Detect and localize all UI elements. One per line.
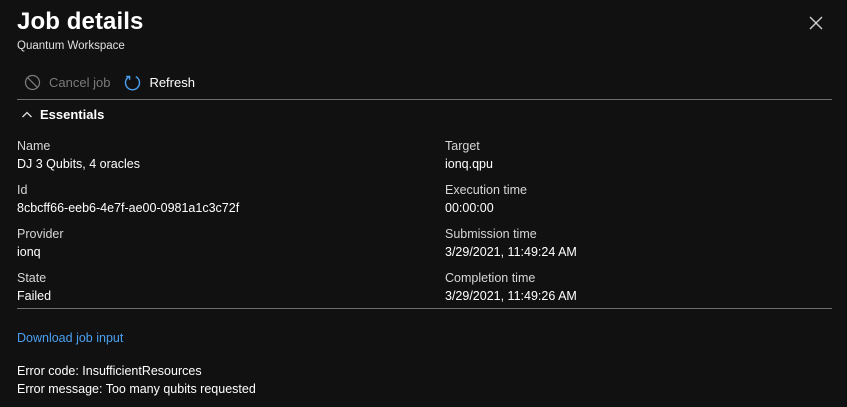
cancel-job-button[interactable]: Cancel job xyxy=(24,74,110,91)
submission-time-label: Submission time xyxy=(445,227,537,241)
panel-subtitle: Quantum Workspace xyxy=(17,40,125,52)
toolbar: Cancel job Refresh xyxy=(24,72,209,92)
toolbar-divider xyxy=(17,99,832,100)
id-label: Id xyxy=(17,183,28,197)
close-icon[interactable] xyxy=(808,15,824,31)
target-label: Target xyxy=(445,139,480,153)
name-value: DJ 3 Qubits, 4 oracles xyxy=(17,157,140,171)
chevron-up-icon xyxy=(22,111,32,117)
error-message: Error message: Too many qubits requested xyxy=(17,382,256,396)
error-code: Error code: InsufficientResources xyxy=(17,364,202,378)
provider-label: Provider xyxy=(17,227,64,241)
essentials-label: Essentials xyxy=(40,107,105,122)
name-label: Name xyxy=(17,139,51,153)
refresh-label: Refresh xyxy=(149,74,195,90)
execution-time-label: Execution time xyxy=(445,183,527,197)
essentials-divider xyxy=(17,308,832,309)
execution-time-value: 00:00:00 xyxy=(445,201,494,215)
submission-time-value: 3/29/2021, 11:49:24 AM xyxy=(445,245,577,259)
refresh-icon xyxy=(125,75,141,90)
id-value: 8cbcff66-eeb6-4e7f-ae00-0981a1c3c72f xyxy=(17,201,240,215)
provider-value: ionq xyxy=(17,245,41,259)
essentials-toggle[interactable]: Essentials xyxy=(21,107,104,122)
cancel-job-label: Cancel job xyxy=(49,74,111,90)
refresh-button[interactable]: Refresh xyxy=(124,74,195,91)
completion-time-label: Completion time xyxy=(445,271,536,285)
completion-time-value: 3/29/2021, 11:49:26 AM xyxy=(445,289,577,303)
state-label: State xyxy=(17,271,47,285)
target-value: ionq.qpu xyxy=(445,157,493,171)
state-value: Failed xyxy=(17,289,52,303)
download-job-input-link[interactable]: Download job input xyxy=(17,331,123,345)
cancel-icon xyxy=(24,74,41,90)
panel-title: Job details xyxy=(17,8,144,35)
